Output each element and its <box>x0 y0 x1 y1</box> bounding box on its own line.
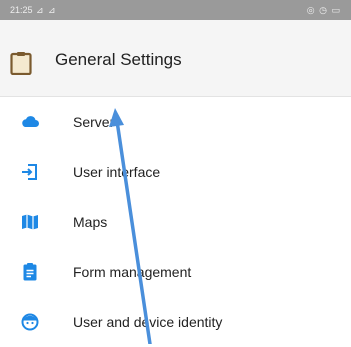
menu-item-label: Maps <box>73 214 108 230</box>
map-icon <box>22 214 38 230</box>
page-title: General Settings <box>55 50 182 69</box>
app-bar: General Settings <box>0 20 351 97</box>
face-icon <box>21 313 39 331</box>
login-icon <box>22 164 37 180</box>
status-icons: ◎ ◷ ▭ <box>306 5 341 15</box>
clipboard-icon <box>10 52 32 75</box>
menu-item-label: Form management <box>73 264 192 280</box>
status-bar: 21:25 ⊿ ⊿ ◎ ◷ ▭ <box>0 0 351 20</box>
status-time: 21:25 <box>10 5 33 15</box>
form-list-icon <box>23 263 37 281</box>
menu-item-maps[interactable]: Maps <box>0 197 351 247</box>
menu-item-label: Server <box>73 114 115 130</box>
menu-item-user-interface[interactable]: User interface <box>0 147 351 197</box>
menu-item-label: User and device identity <box>73 314 223 330</box>
menu-item-server[interactable]: Server <box>0 97 351 147</box>
menu-item-form-management[interactable]: Form management <box>0 247 351 297</box>
cloud-icon <box>22 116 39 127</box>
menu-item-user-device-identity[interactable]: User and device identity <box>0 297 351 347</box>
menu-item-label: User interface <box>73 164 161 180</box>
signal-icon: ⊿ ⊿ <box>36 5 57 15</box>
